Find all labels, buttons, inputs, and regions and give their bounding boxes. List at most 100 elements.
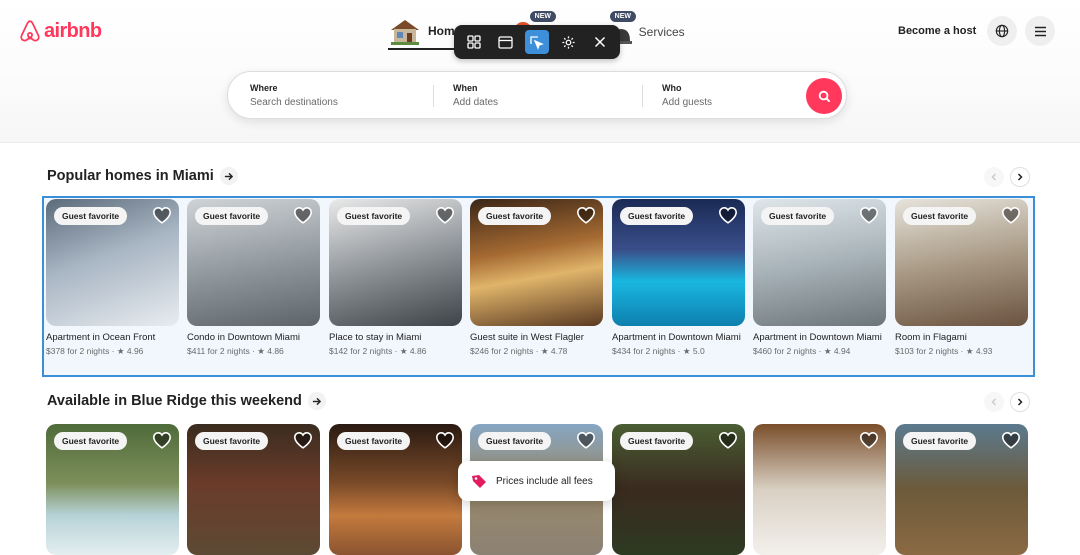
wishlist-heart-button[interactable] <box>293 206 313 229</box>
heart-icon <box>435 206 455 224</box>
heart-icon <box>293 431 313 449</box>
language-button[interactable] <box>987 16 1017 46</box>
listing-card[interactable]: Guest favorite Apartment in Downtown Miam… <box>753 199 886 357</box>
chevron-left-icon <box>991 398 997 406</box>
wishlist-heart-button[interactable] <box>435 431 455 454</box>
prev-button[interactable] <box>984 392 1004 412</box>
close-button[interactable] <box>588 30 612 54</box>
listing-price-rating: $434 for 2 nights · ★ 5.0 <box>612 346 705 356</box>
wishlist-heart-button[interactable] <box>1001 206 1021 229</box>
listing-card[interactable]: Guest favorite <box>187 424 320 555</box>
section-title-text: Popular homes in Miami <box>47 168 214 184</box>
airbnb-logo[interactable]: airbnb <box>18 19 102 43</box>
select-cursor-button[interactable] <box>524 30 549 54</box>
listing-photo[interactable] <box>753 424 886 555</box>
wishlist-heart-button[interactable] <box>718 206 738 229</box>
guest-favorite-badge: Guest favorite <box>195 207 269 225</box>
when-field[interactable]: When Add dates <box>453 83 498 108</box>
tab-services[interactable]: NEW Services <box>608 10 685 50</box>
listing-title: Apartment in Ocean Front <box>46 332 156 343</box>
listing-card[interactable]: Guest favorite Place to stay in Miami $142… <box>329 199 462 357</box>
listing-photo[interactable]: Guest favorite <box>46 424 179 555</box>
listing-card[interactable]: Guest favorite Guest suite in West Flagle… <box>470 199 603 357</box>
listing-card[interactable]: Guest favorite Condo in Downtown Miami $41… <box>187 199 320 357</box>
tab-services-label: Services <box>638 25 685 39</box>
pager-blue-ridge <box>984 392 1030 412</box>
listing-photo[interactable]: Guest favorite <box>329 199 462 326</box>
listing-price-rating: $103 for 2 nights · ★ 4.93 <box>895 346 993 356</box>
section-arrow[interactable] <box>307 392 326 410</box>
arrow-right-icon <box>313 397 322 405</box>
window-icon <box>498 35 513 49</box>
window-button[interactable] <box>493 30 517 54</box>
search-bar: Where Search destinations When Add dates… <box>227 71 847 119</box>
guest-favorite-badge: Guest favorite <box>761 207 835 225</box>
listing-card[interactable]: Guest favorite <box>46 424 179 555</box>
wishlist-heart-button[interactable] <box>576 431 596 454</box>
where-field[interactable]: Where Search destinations <box>250 83 338 108</box>
listing-card[interactable]: Guest favorite Apartment in Ocean Front $3… <box>46 199 179 357</box>
listing-card[interactable] <box>753 424 886 555</box>
section-title-blue-ridge[interactable]: Available in Blue Ridge this weekend <box>47 392 326 410</box>
wishlist-heart-button[interactable] <box>293 431 313 454</box>
chevron-right-icon <box>1017 173 1023 181</box>
settings-button[interactable] <box>557 30 581 54</box>
listing-photo[interactable]: Guest favorite <box>895 199 1028 326</box>
price-tag-icon <box>472 475 486 488</box>
listing-card[interactable]: Guest favorite <box>612 424 745 555</box>
hamburger-menu-icon <box>1034 26 1046 36</box>
house-icon <box>391 20 419 45</box>
guest-favorite-badge: Guest favorite <box>478 432 552 450</box>
section-arrow[interactable] <box>219 167 238 185</box>
where-label: Where <box>250 83 278 93</box>
wishlist-heart-button[interactable] <box>152 206 172 229</box>
listing-photo[interactable]: Guest favorite <box>187 199 320 326</box>
chevron-right-icon <box>1017 398 1023 406</box>
section-title-miami[interactable]: Popular homes in Miami <box>47 167 238 185</box>
next-button[interactable] <box>1010 167 1030 187</box>
wishlist-heart-button[interactable] <box>152 431 172 454</box>
when-placeholder: Add dates <box>453 97 499 108</box>
wishlist-heart-button[interactable] <box>576 206 596 229</box>
heart-icon <box>1001 206 1021 224</box>
heart-icon <box>718 206 738 224</box>
who-field[interactable]: Who Add guests <box>662 83 712 108</box>
listing-photo[interactable]: Guest favorite <box>46 199 179 326</box>
wishlist-heart-button[interactable] <box>1001 431 1021 454</box>
listing-photo[interactable]: Guest favorite <box>753 199 886 326</box>
listing-photo[interactable]: Guest favorite <box>187 424 320 555</box>
grid-view-button[interactable] <box>462 30 486 54</box>
guest-favorite-badge: Guest favorite <box>903 432 977 450</box>
listing-photo[interactable]: Guest favorite <box>470 199 603 326</box>
new-badge: NEW <box>608 10 638 23</box>
wishlist-heart-button[interactable] <box>859 206 879 229</box>
guest-favorite-badge: Guest favorite <box>620 432 694 450</box>
listing-photo[interactable]: Guest favorite <box>329 424 462 555</box>
listing-photo[interactable]: Guest favorite <box>612 424 745 555</box>
main-menu-button[interactable] <box>1025 16 1055 46</box>
listing-price-rating: $411 for 2 nights · ★ 4.86 <box>187 346 284 356</box>
section-title-text: Available in Blue Ridge this weekend <box>47 393 302 409</box>
pager-miami <box>984 167 1030 187</box>
become-host-link[interactable]: Become a host <box>898 25 976 37</box>
prev-button[interactable] <box>984 167 1004 187</box>
chevron-left-icon <box>991 173 997 181</box>
listing-card[interactable]: Guest favorite <box>329 424 462 555</box>
wishlist-heart-button[interactable] <box>859 431 879 454</box>
search-divider <box>433 85 434 107</box>
prices-toast: Prices include all fees <box>458 461 615 501</box>
listing-card[interactable]: Guest favorite Apartment in Downtown Miam… <box>612 199 745 357</box>
next-button[interactable] <box>1010 392 1030 412</box>
listing-card[interactable]: Guest favorite <box>895 424 1028 555</box>
heart-icon <box>859 206 879 224</box>
listing-photo[interactable]: Guest favorite <box>612 199 745 326</box>
search-button[interactable] <box>806 78 842 114</box>
listing-title: Guest suite in West Flagler <box>470 332 584 343</box>
search-icon <box>818 90 830 102</box>
listing-photo[interactable]: Guest favorite <box>895 424 1028 555</box>
wishlist-heart-button[interactable] <box>718 431 738 454</box>
who-label: Who <box>662 83 682 93</box>
wishlist-heart-button[interactable] <box>435 206 455 229</box>
listing-card[interactable]: Guest favorite Room in Flagami $103 for 2 … <box>895 199 1028 357</box>
heart-icon <box>152 206 172 224</box>
